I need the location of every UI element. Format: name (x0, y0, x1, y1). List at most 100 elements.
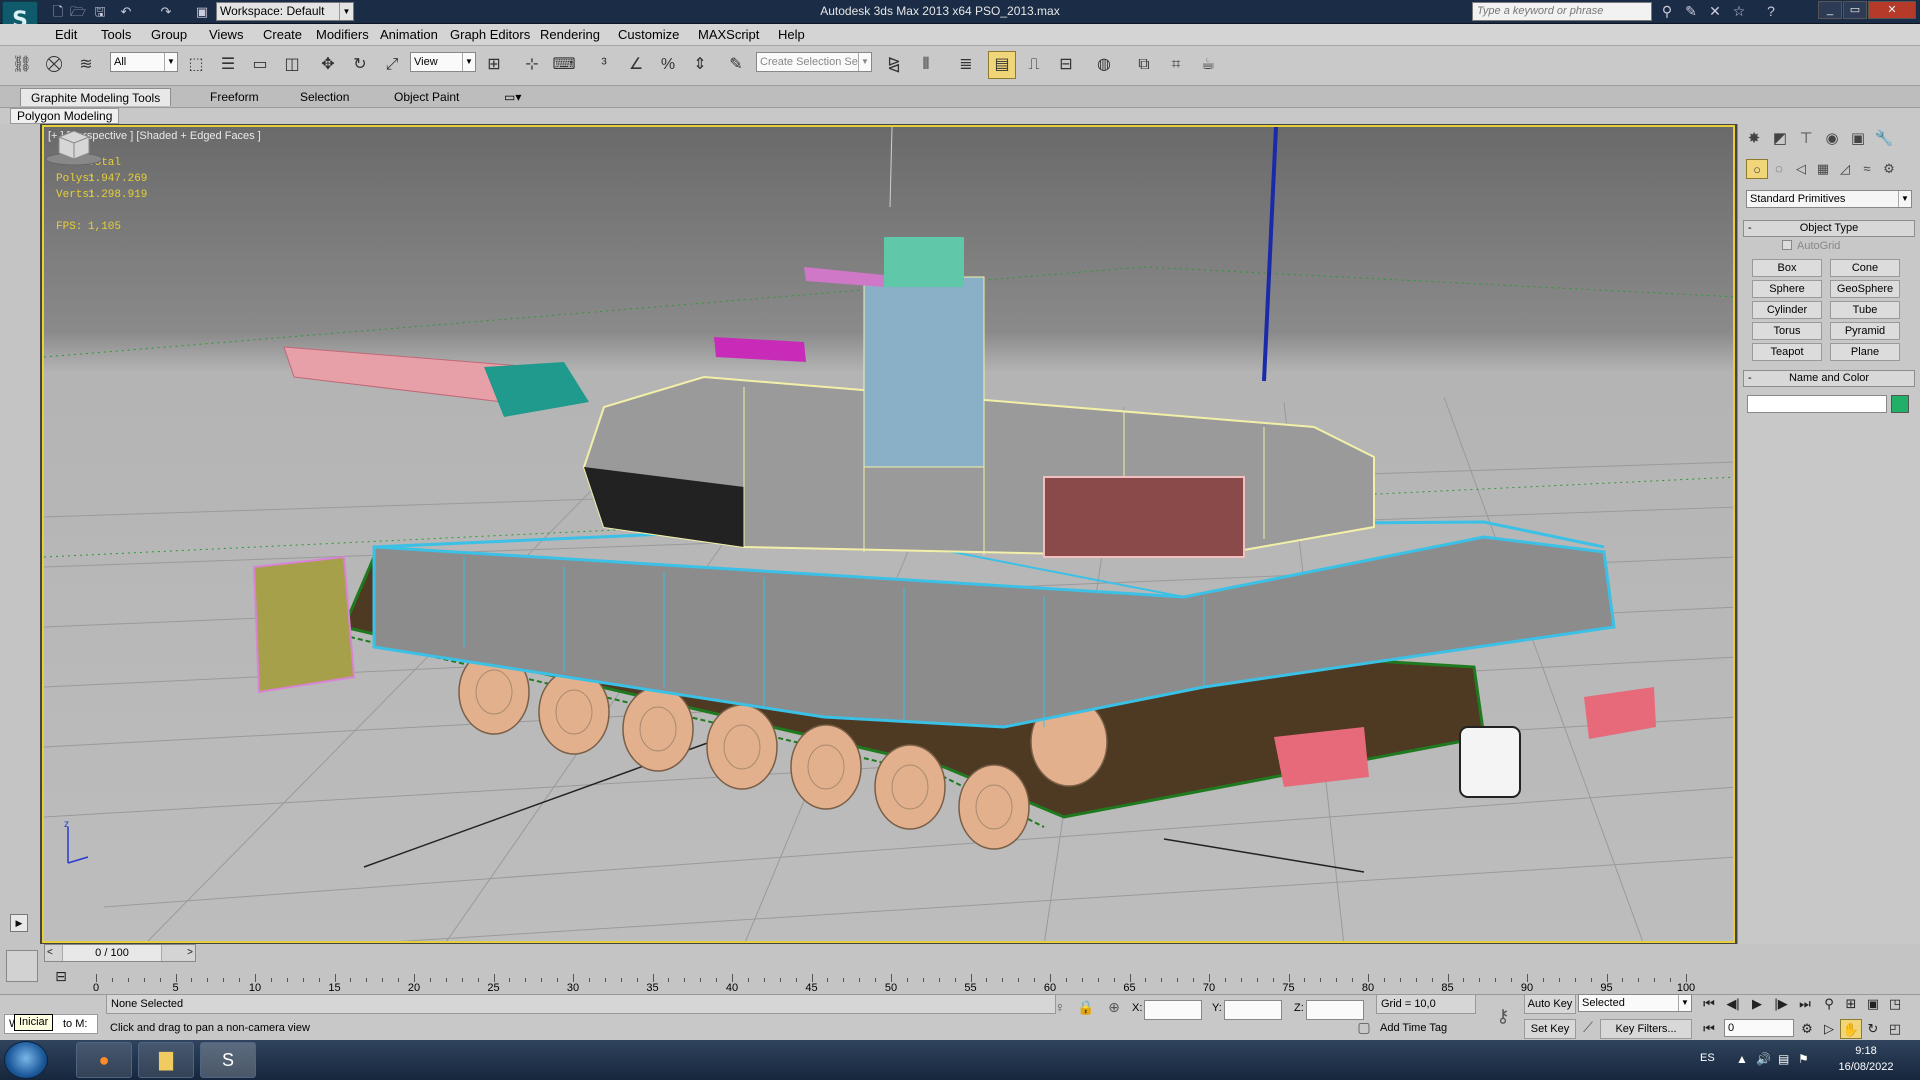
firefox-icon[interactable]: ● (76, 1042, 132, 1078)
ribbon-options-icon[interactable]: ▭▾ (494, 88, 531, 106)
hierarchy-tab-icon[interactable]: ⊤ (1794, 128, 1818, 150)
next-frame-icon[interactable]: > (187, 945, 193, 961)
key-filters-button[interactable]: Key Filters... (1600, 1019, 1692, 1039)
search-input[interactable]: Type a keyword or phrase (1472, 2, 1652, 21)
add-time-tag[interactable]: Add Time Tag (1376, 1019, 1476, 1039)
modify-tab-icon[interactable]: ◩ (1768, 128, 1792, 150)
goto-end-icon[interactable]: ⏭ (1794, 994, 1816, 1014)
reference-coordinate-dropdown[interactable]: View ▼ (410, 52, 476, 72)
project-icon[interactable]: ▣ (192, 2, 212, 21)
bind-spacewarp-icon[interactable]: ≋ (72, 51, 100, 79)
window-crossing-icon[interactable]: ◫ (278, 51, 306, 79)
absolute-mode-icon[interactable]: ⊕ (1104, 999, 1124, 1019)
percent-snap-icon[interactable]: % (654, 51, 682, 79)
menu-views[interactable]: Views (209, 27, 243, 42)
y-coordinate-field[interactable] (1224, 1000, 1282, 1020)
menu-customize[interactable]: Customize (618, 27, 679, 42)
cylinder-button[interactable]: Cylinder (1752, 301, 1822, 319)
rect-selection-icon[interactable]: ▭ (246, 51, 274, 79)
mirror-icon[interactable]: ⧎ (880, 51, 908, 79)
render-setup-icon[interactable]: ⧉ (1130, 51, 1158, 79)
time-config-icon[interactable]: ⚙ (1796, 1019, 1818, 1039)
scale-icon[interactable]: ⤢ (378, 51, 406, 79)
display-tab-icon[interactable]: ▣ (1846, 128, 1870, 150)
x-coordinate-field[interactable] (1144, 1000, 1202, 1020)
create-tab-icon[interactable]: ✸ (1742, 128, 1766, 150)
windows-start-icon[interactable] (4, 1041, 48, 1079)
open-icon[interactable]: 🗁 (68, 2, 88, 21)
next-frame-icon[interactable]: |▶ (1770, 994, 1792, 1014)
time-slider[interactable]: < 0 / 100 > (44, 944, 196, 962)
named-selection-dropdown[interactable]: Create Selection Se ▼ (756, 52, 872, 72)
save-icon[interactable]: 🖫 (90, 2, 110, 21)
rendered-frame-icon[interactable]: ⌗ (1162, 51, 1190, 79)
play-icon[interactable]: ▶ (1746, 994, 1768, 1014)
geosphere-button[interactable]: GeoSphere (1830, 280, 1900, 298)
menu-graph-editors[interactable]: Graph Editors (450, 27, 530, 42)
auto-key-button[interactable]: Auto Key (1524, 994, 1576, 1014)
pan-icon[interactable]: ✋ (1840, 1019, 1862, 1039)
manipulate-icon[interactable]: ⊹ (518, 51, 546, 79)
schematic-view-icon[interactable]: ⊟ (1052, 51, 1080, 79)
select-object-icon[interactable]: ⬚ (182, 51, 210, 79)
timeline-ruler[interactable]: 0 5 10 15 20 25 30 35 40 45 50 55 60 65 70 75 80 85 90 95 10… (92, 966, 1695, 994)
expand-arrow-icon[interactable]: ▶ (10, 914, 28, 932)
explorer-icon[interactable]: ▇ (138, 1042, 194, 1078)
help-icon[interactable]: ? (1760, 2, 1782, 21)
time-slider-knob[interactable]: 0 / 100 (62, 945, 162, 961)
prev-frame-icon[interactable]: < (47, 945, 53, 961)
key-icon[interactable]: ⚷ (1490, 1006, 1516, 1026)
network-icon[interactable]: ▤ (1778, 1052, 1789, 1066)
zoom-extents-all-icon[interactable]: ◳ (1884, 994, 1906, 1014)
align-icon[interactable]: ⫴ (912, 51, 940, 79)
current-frame-field[interactable]: 0 (1724, 1019, 1794, 1037)
menu-create[interactable]: Create (263, 27, 302, 42)
edit-named-selection-icon[interactable]: ✎ (722, 51, 750, 79)
menu-group[interactable]: Group (151, 27, 187, 42)
teapot-button[interactable]: Teapot (1752, 343, 1822, 361)
key-mode-dropdown[interactable]: Selected ▼ (1578, 994, 1692, 1012)
z-coordinate-field[interactable] (1306, 1000, 1364, 1020)
menu-rendering[interactable]: Rendering (540, 27, 600, 42)
perspective-viewport[interactable]: [+ ] [Perspective ] [Shaded + Edged Face… (42, 125, 1735, 943)
menu-tools[interactable]: Tools (101, 27, 131, 42)
zoom-all-icon[interactable]: ⊞ (1840, 994, 1862, 1014)
angle-snap-icon[interactable]: ∠ (622, 51, 650, 79)
link-icon[interactable]: ⛓ (8, 51, 36, 79)
language-indicator[interactable]: ES (1700, 1052, 1715, 1064)
primitive-category-dropdown[interactable]: Standard Primitives ▼ (1746, 190, 1912, 208)
pivot-center-icon[interactable]: ⊞ (480, 51, 508, 79)
name-and-color-rollout[interactable]: - Name and Color (1743, 370, 1915, 387)
redo-icon[interactable]: ↷ (156, 2, 176, 21)
graphite-toggle-icon[interactable]: ▤ (988, 51, 1016, 79)
keyboard-shortcut-icon[interactable]: ⌨ (550, 51, 578, 79)
object-color-swatch[interactable] (1891, 395, 1909, 413)
shapes-icon[interactable]: ◌ (1768, 159, 1790, 179)
move-icon[interactable]: ✥ (314, 51, 342, 79)
subscription-icon[interactable]: ✎ (1680, 2, 1702, 21)
communication-icon[interactable]: ✕ (1704, 2, 1726, 21)
menu-edit[interactable]: Edit (55, 27, 77, 42)
helpers-icon[interactable]: ◿ (1834, 159, 1856, 179)
object-name-field[interactable] (1747, 395, 1887, 413)
geometry-icon[interactable]: ○ (1746, 159, 1768, 179)
menu-animation[interactable]: Animation (380, 27, 438, 42)
maximize-viewport-icon[interactable]: ◰ (1884, 1019, 1906, 1039)
binoculars-icon[interactable]: ⚲ (1656, 2, 1678, 21)
layer-manager-icon[interactable]: ≣ (952, 51, 980, 79)
tab-freeform[interactable]: Freeform (200, 88, 269, 106)
spacewarps-icon[interactable]: ≈ (1856, 159, 1878, 179)
lock-selection-icon[interactable]: 🔒 (1076, 999, 1096, 1019)
zoom-extents-icon[interactable]: ▣ (1862, 994, 1884, 1014)
isolate-icon[interactable]: ♀ (1050, 999, 1070, 1019)
maximize-button[interactable]: ▭ (1843, 1, 1867, 19)
utilities-tab-icon[interactable]: 🔧 (1872, 128, 1896, 150)
set-key-button[interactable]: Set Key (1524, 1019, 1576, 1039)
tray-arrow-icon[interactable]: ▲ (1736, 1052, 1748, 1066)
fov-icon[interactable]: ▷ (1818, 1019, 1840, 1039)
motion-tab-icon[interactable]: ◉ (1820, 128, 1844, 150)
select-by-name-icon[interactable]: ☰ (214, 51, 242, 79)
rotate-icon[interactable]: ↻ (346, 51, 374, 79)
curve-editor-icon[interactable]: ⎍ (1020, 51, 1048, 79)
workspace-dropdown[interactable]: Workspace: Default ▼ (216, 2, 354, 21)
